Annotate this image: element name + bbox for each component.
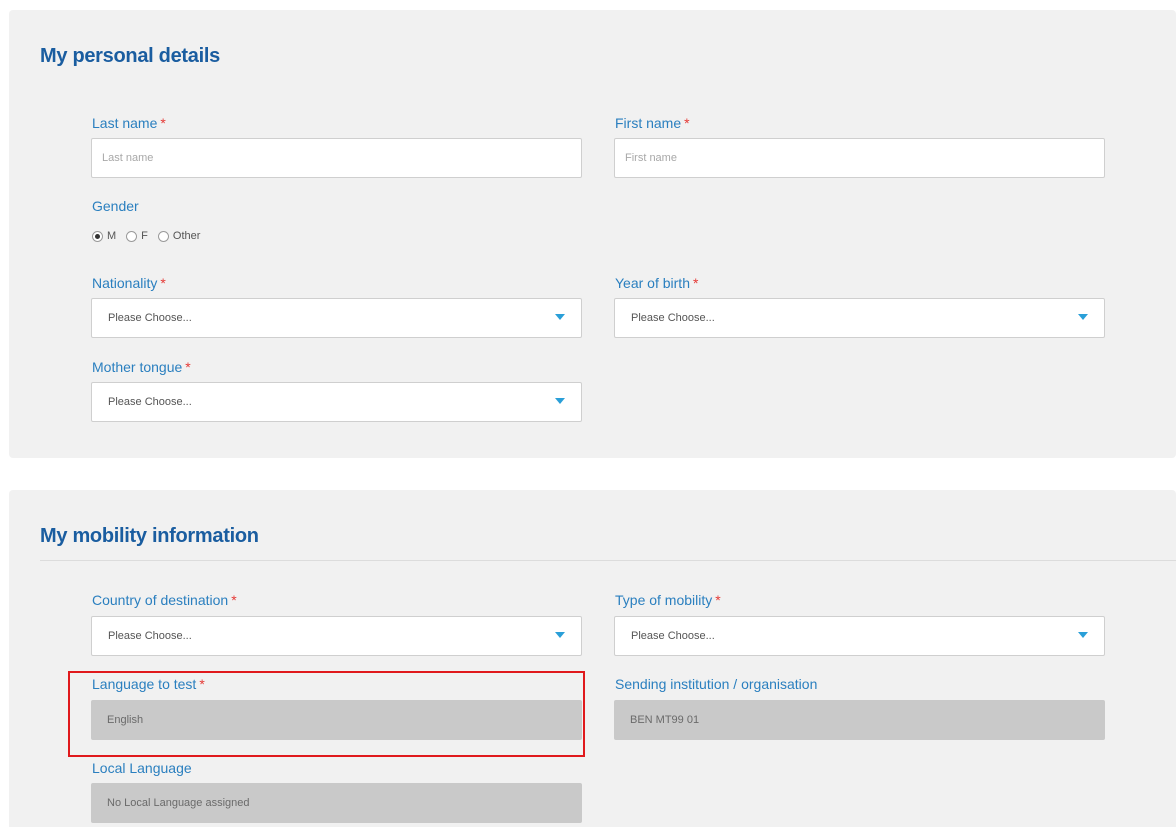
type-of-mobility-label: Type of mobility *	[615, 592, 721, 608]
mother-tongue-label: Mother tongue *	[92, 359, 191, 375]
chevron-down-icon	[1078, 314, 1088, 320]
last-name-input[interactable]	[91, 138, 582, 178]
language-to-test-label: Language to test *	[92, 676, 205, 692]
chevron-down-icon	[555, 632, 565, 638]
mother-tongue-select[interactable]: Please Choose...	[91, 382, 582, 422]
year-of-birth-select-value: Please Choose...	[631, 312, 715, 324]
gender-option-f[interactable]: F	[126, 230, 148, 242]
required-marker: *	[185, 359, 191, 375]
local-language-field: No Local Language assigned	[91, 783, 582, 823]
language-to-test-field: English	[91, 700, 582, 740]
radio-button[interactable]	[157, 230, 169, 242]
required-marker: *	[160, 115, 166, 131]
required-marker: *	[715, 592, 721, 608]
first-name-label: First name *	[615, 115, 690, 131]
country-select-value: Please Choose...	[108, 630, 192, 642]
type-of-mobility-select[interactable]: Please Choose...	[614, 616, 1105, 656]
required-marker: *	[684, 115, 690, 131]
gender-label: Gender	[92, 198, 139, 214]
last-name-label: Last name *	[92, 115, 166, 131]
sending-institution-field: BEN MT99 01	[614, 700, 1105, 740]
local-language-label: Local Language	[92, 760, 192, 776]
gender-option-other[interactable]: Other	[157, 230, 200, 242]
nationality-label: Nationality *	[92, 275, 166, 291]
required-marker: *	[199, 676, 205, 692]
chevron-down-icon	[555, 398, 565, 404]
gender-option-m[interactable]: M	[92, 230, 116, 242]
gender-radio-group: M F Other	[92, 230, 210, 242]
year-of-birth-label: Year of birth *	[615, 275, 699, 291]
required-marker: *	[160, 275, 166, 291]
mobility-information-title: My mobility information	[40, 525, 259, 547]
chevron-down-icon	[555, 314, 565, 320]
first-name-input[interactable]	[614, 138, 1105, 178]
chevron-down-icon	[1078, 632, 1088, 638]
year-of-birth-select[interactable]: Please Choose...	[614, 298, 1105, 338]
nationality-select-value: Please Choose...	[108, 312, 192, 324]
country-of-destination-label: Country of destination *	[92, 592, 237, 608]
required-marker: *	[231, 592, 237, 608]
section-divider	[40, 560, 1176, 561]
sending-institution-label: Sending institution / organisation	[615, 676, 818, 692]
required-marker: *	[692, 275, 699, 291]
radio-button[interactable]	[126, 230, 138, 242]
mother-tongue-select-value: Please Choose...	[108, 396, 192, 408]
personal-details-title: My personal details	[40, 45, 220, 67]
type-of-mobility-select-value: Please Choose...	[631, 630, 715, 642]
country-of-destination-select[interactable]: Please Choose...	[91, 616, 582, 656]
nationality-select[interactable]: Please Choose...	[91, 298, 582, 338]
radio-button-checked[interactable]	[92, 230, 103, 242]
